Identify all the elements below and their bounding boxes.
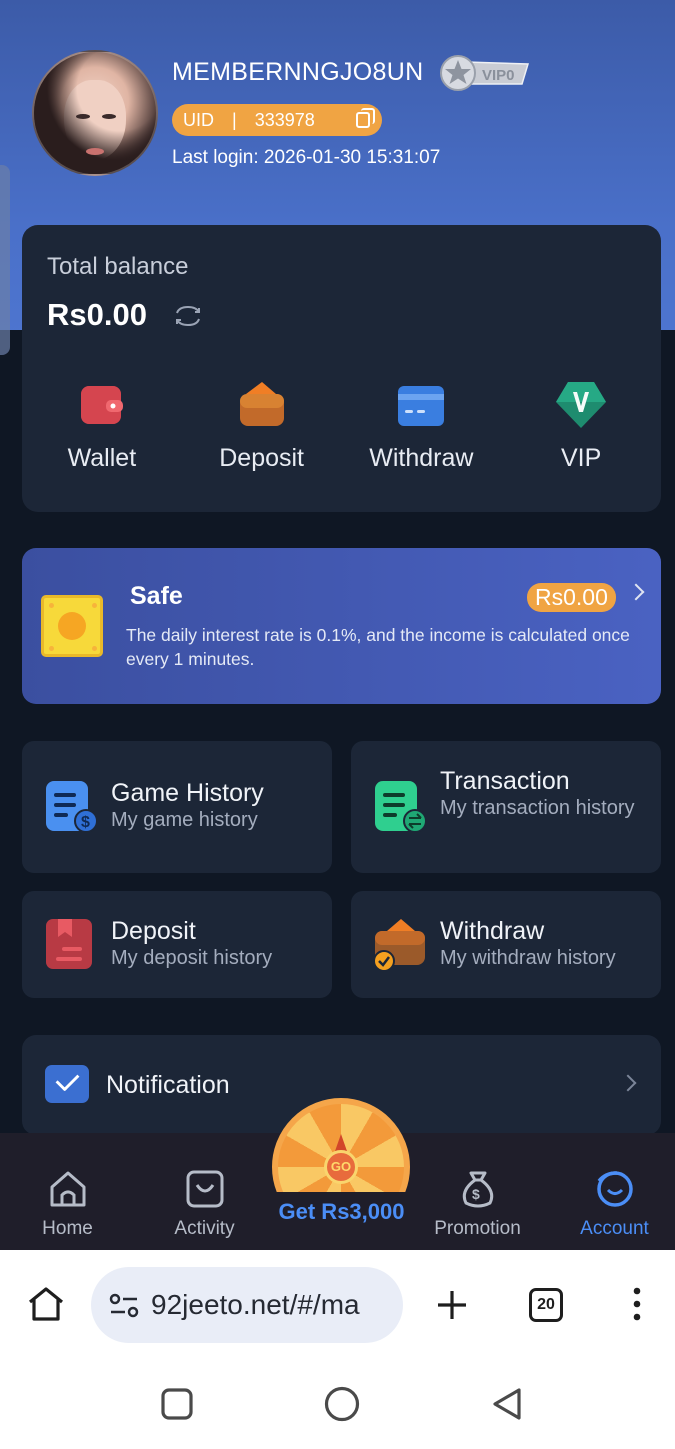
home-icon xyxy=(50,1171,86,1207)
account-icon xyxy=(597,1171,633,1207)
safe-card[interactable]: Safe Rs0.00 The daily interest rate is 0… xyxy=(22,548,661,704)
chevron-right-icon xyxy=(627,583,645,601)
safe-title: Safe xyxy=(130,582,183,610)
deposit-icon xyxy=(239,382,284,426)
game-history-title: Game History xyxy=(111,779,264,807)
recents-icon[interactable] xyxy=(160,1387,194,1421)
address-bar[interactable]: 92jeeto.net/#/ma xyxy=(91,1267,403,1343)
svg-text:$: $ xyxy=(81,814,90,831)
vip-badge-label: VIP0 xyxy=(482,67,515,84)
withdraw-history-subtitle: My withdraw history xyxy=(440,947,616,969)
wallet-button[interactable]: Wallet xyxy=(22,380,182,490)
game-history-subtitle: My game history xyxy=(111,809,258,831)
deposit-history-subtitle: My deposit history xyxy=(111,947,273,969)
withdraw-history-card[interactable]: Withdraw My withdraw history xyxy=(351,891,661,998)
notification-label: Notification xyxy=(106,1071,230,1099)
svg-text:$: $ xyxy=(472,1186,480,1202)
wallet-label: Wallet xyxy=(67,444,137,472)
avatar[interactable] xyxy=(32,50,158,176)
deposit-history-title: Deposit xyxy=(111,917,196,945)
browser-home-icon[interactable] xyxy=(27,1286,65,1322)
home-circle-icon[interactable] xyxy=(323,1385,361,1423)
nav-activity-label: Activity xyxy=(174,1218,235,1239)
deposit-history-card[interactable]: Deposit My deposit history xyxy=(22,891,332,998)
last-login: Last login: 2026-01-30 15:31:07 xyxy=(172,147,441,168)
uid-label: UID xyxy=(183,109,214,130)
withdraw-history-icon xyxy=(373,919,425,972)
balance-label: Total balance xyxy=(47,253,189,280)
transaction-icon xyxy=(375,781,427,833)
balance-amount: Rs0.00 xyxy=(47,297,147,332)
system-nav-bar xyxy=(0,1360,675,1449)
balance-actions: Wallet Deposit Withdraw VIP xyxy=(22,380,661,490)
username: MEMBERNNGJO8UN xyxy=(172,58,424,86)
refresh-icon[interactable] xyxy=(172,302,204,330)
site-settings-icon[interactable] xyxy=(109,1293,139,1319)
back-icon[interactable] xyxy=(490,1386,524,1422)
deposit-button[interactable]: Deposit xyxy=(182,380,342,490)
vip-icon xyxy=(556,382,607,428)
transaction-subtitle: My transaction history xyxy=(440,797,635,819)
safe-icon xyxy=(41,595,103,657)
game-history-icon: $ xyxy=(46,781,98,833)
transaction-title: Transaction xyxy=(440,767,570,795)
side-drawer-handle[interactable] xyxy=(0,165,10,355)
wallet-icon xyxy=(80,386,123,424)
nav-home[interactable]: Home xyxy=(0,1133,135,1250)
uid-pill[interactable]: UID | 333978 xyxy=(172,104,382,136)
uid-separator: | xyxy=(232,109,237,130)
copy-icon[interactable] xyxy=(356,108,375,128)
deposit-history-icon xyxy=(46,919,92,969)
deposit-label: Deposit xyxy=(219,444,304,472)
nav-account-label: Account xyxy=(580,1218,649,1239)
vip-button[interactable]: VIP xyxy=(501,380,661,490)
transaction-card[interactable]: Transaction My transaction history xyxy=(351,741,661,873)
withdraw-history-title: Withdraw xyxy=(440,917,545,945)
withdraw-button[interactable]: Withdraw xyxy=(342,380,502,490)
withdraw-icon xyxy=(398,386,445,426)
vip-badge-icon: VIP0 xyxy=(440,55,529,91)
game-history-card[interactable]: $ Game History My game history xyxy=(22,741,332,873)
more-menu-icon[interactable] xyxy=(630,1286,644,1322)
tab-switcher-button[interactable]: 20 xyxy=(529,1288,563,1322)
nav-account[interactable]: Account xyxy=(547,1133,675,1250)
nav-promotion[interactable]: $ Promotion xyxy=(410,1133,545,1250)
avatar-lips xyxy=(86,148,104,155)
balance-card: Total balance Rs0.00 Wallet Deposit With… xyxy=(22,225,661,512)
avatar-hair xyxy=(34,52,156,174)
money-bag-icon: $ xyxy=(462,1171,494,1208)
withdraw-label: Withdraw xyxy=(369,444,474,472)
url-text: 92jeeto.net/#/ma xyxy=(151,1289,360,1320)
promo-get-label[interactable]: Get Rs3,000 xyxy=(273,1192,410,1236)
mail-icon xyxy=(45,1065,89,1103)
chevron-right-icon xyxy=(619,1074,637,1092)
vip-label: VIP xyxy=(560,444,602,472)
browser-toolbar: 92jeeto.net/#/ma 20 xyxy=(0,1250,675,1360)
safe-amount-badge: Rs0.00 xyxy=(527,583,616,612)
avatar-eye xyxy=(102,114,116,119)
activity-icon xyxy=(186,1170,224,1208)
uid-value: 333978 xyxy=(254,109,315,130)
new-tab-icon[interactable] xyxy=(435,1288,469,1322)
nav-activity[interactable]: Activity xyxy=(137,1133,272,1250)
avatar-eye xyxy=(76,114,90,119)
nav-home-label: Home xyxy=(42,1218,93,1239)
safe-description: The daily interest rate is 0.1%, and the… xyxy=(126,625,630,669)
wheel-go-button[interactable]: GO xyxy=(324,1150,358,1184)
nav-promotion-label: Promotion xyxy=(434,1218,521,1239)
